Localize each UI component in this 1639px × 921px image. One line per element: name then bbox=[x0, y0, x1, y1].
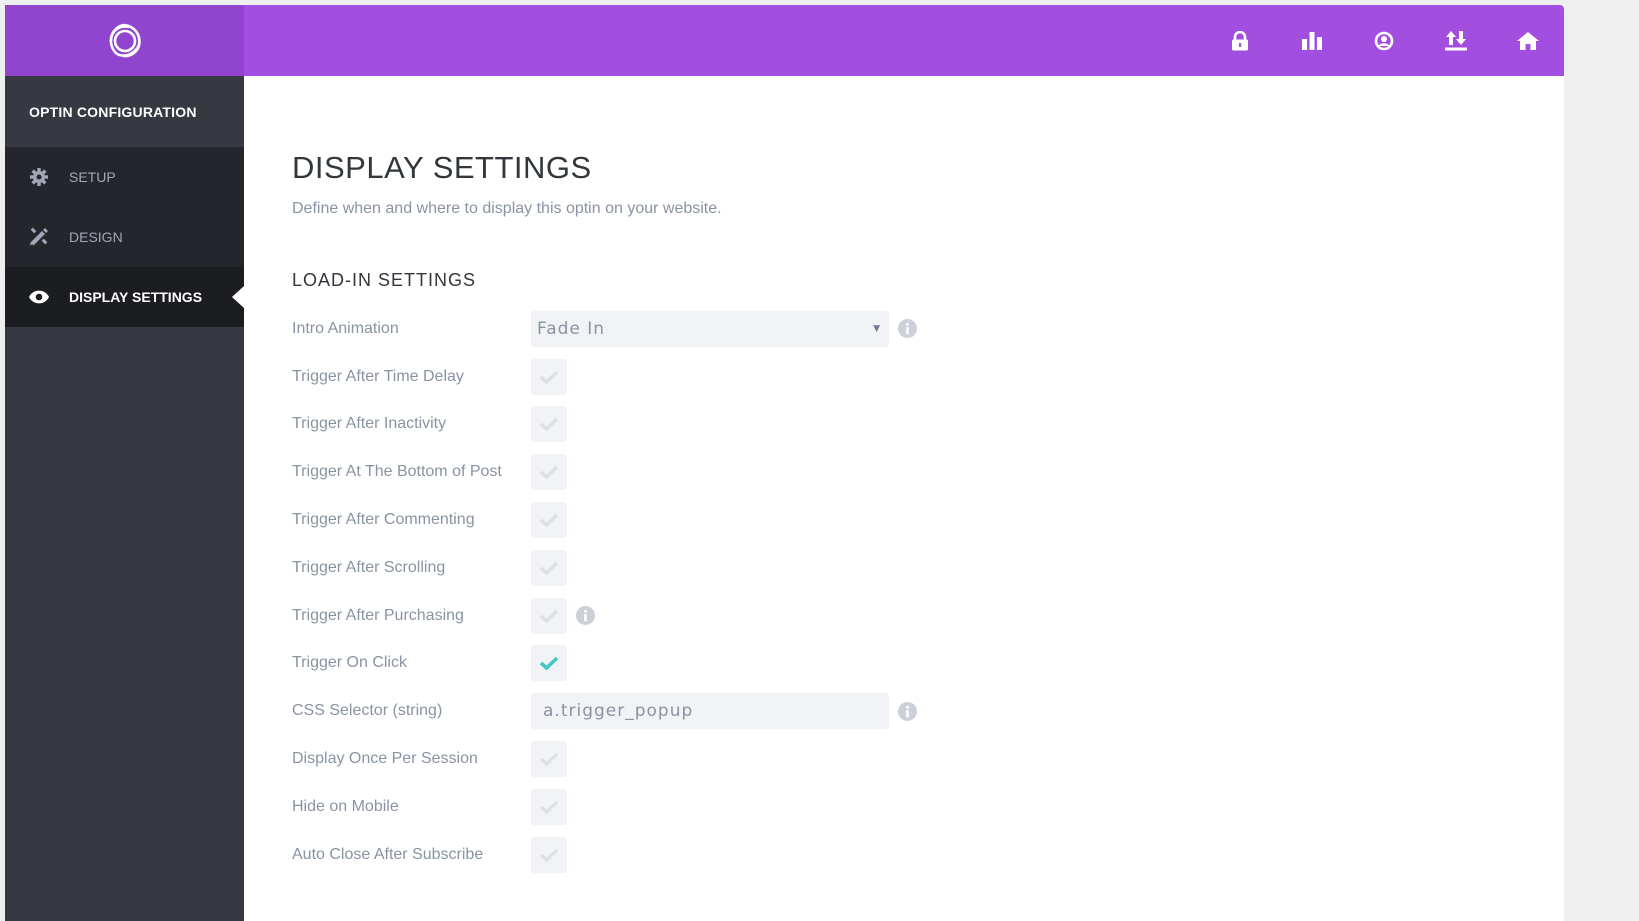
check-icon bbox=[540, 752, 558, 767]
main-content: DISPLAY SETTINGS Define when and where t… bbox=[292, 76, 1564, 879]
setting-label: Trigger After Purchasing bbox=[292, 606, 464, 624]
page-title: DISPLAY SETTINGS bbox=[292, 150, 592, 185]
setting-row-on-click: Trigger On Click bbox=[292, 640, 1564, 688]
check-icon bbox=[540, 418, 558, 432]
setting-label: Display Once Per Session bbox=[292, 750, 478, 768]
sidebar-item-design[interactable]: DESIGN bbox=[5, 207, 244, 267]
design-tools-icon bbox=[29, 227, 49, 247]
setting-label: CSS Selector (string) bbox=[292, 702, 443, 720]
auto-close-checkbox[interactable] bbox=[531, 836, 567, 873]
check-icon bbox=[540, 800, 558, 814]
setting-row-auto-close: Auto Close After Subscribe bbox=[292, 831, 1564, 879]
home-button[interactable] bbox=[1492, 5, 1564, 76]
setting-label: Auto Close After Subscribe bbox=[292, 845, 484, 863]
check-icon bbox=[540, 609, 558, 623]
setting-row-scrolling: Trigger After Scrolling bbox=[292, 544, 1564, 592]
css-selector-input[interactable] bbox=[531, 693, 889, 730]
lock-icon bbox=[1232, 30, 1248, 50]
check-icon bbox=[540, 465, 558, 480]
setting-label: Trigger At The Bottom of Post bbox=[292, 463, 502, 481]
top-bar bbox=[5, 5, 1564, 76]
top-nav-icons bbox=[1204, 5, 1564, 76]
commenting-checkbox[interactable] bbox=[531, 502, 567, 539]
page-description: Define when and where to display this op… bbox=[292, 200, 722, 217]
check-icon bbox=[540, 370, 558, 384]
setting-label: Trigger After Time Delay bbox=[292, 367, 464, 385]
time-delay-checkbox[interactable] bbox=[531, 358, 567, 395]
info-icon[interactable] bbox=[898, 701, 917, 721]
setting-row-purchasing: Trigger After Purchasing bbox=[292, 592, 1564, 640]
section-title: LOAD-IN SETTINGS bbox=[292, 270, 477, 290]
bottom-of-post-checkbox[interactable] bbox=[531, 454, 567, 491]
setting-row-time-delay: Trigger After Time Delay bbox=[292, 353, 1564, 401]
caret-down-icon: ▼ bbox=[873, 323, 881, 334]
once-per-session-checkbox[interactable] bbox=[531, 741, 567, 778]
setting-row-hide-on-mobile: Hide on Mobile bbox=[292, 783, 1564, 831]
intro-animation-select[interactable]: Fade In ▼ bbox=[531, 310, 889, 347]
eye-icon bbox=[29, 287, 49, 307]
bar-chart-icon bbox=[1302, 31, 1322, 50]
setting-label: Intro Animation bbox=[292, 319, 399, 337]
setting-label: Trigger After Commenting bbox=[292, 511, 475, 529]
import-export-icon bbox=[1445, 30, 1467, 50]
settings-form: Intro Animation Fade In ▼ Trigger After … bbox=[292, 305, 1564, 879]
logo[interactable] bbox=[5, 5, 244, 76]
setting-row-intro-animation: Intro Animation Fade In ▼ bbox=[292, 305, 1564, 353]
setting-label: Trigger After Inactivity bbox=[292, 415, 447, 433]
check-icon bbox=[540, 848, 558, 862]
setting-row-bottom-of-post: Trigger At The Bottom of Post bbox=[292, 448, 1564, 496]
gear-icon bbox=[29, 167, 49, 187]
sidebar-item-label: DESIGN bbox=[69, 229, 123, 245]
import-export-button[interactable] bbox=[1420, 5, 1492, 76]
scrolling-checkbox[interactable] bbox=[531, 549, 567, 586]
setting-label: Trigger On Click bbox=[292, 654, 407, 672]
setting-row-css-selector: CSS Selector (string) bbox=[292, 687, 1564, 735]
app-frame: OPTIN CONFIGURATION SETUP DESIGN DISPLAY… bbox=[5, 5, 1564, 921]
lock-button[interactable] bbox=[1204, 5, 1276, 76]
account-button[interactable] bbox=[1348, 5, 1420, 76]
setting-label: Trigger After Scrolling bbox=[292, 558, 446, 576]
sidebar-item-setup[interactable]: SETUP bbox=[5, 147, 244, 207]
check-icon bbox=[540, 657, 558, 671]
setting-row-inactivity: Trigger After Inactivity bbox=[292, 401, 1564, 449]
sidebar-item-label: SETUP bbox=[69, 169, 116, 185]
sidebar: OPTIN CONFIGURATION SETUP DESIGN DISPLAY… bbox=[5, 76, 244, 921]
setting-row-once-per-session: Display Once Per Session bbox=[292, 735, 1564, 783]
account-icon bbox=[1374, 31, 1394, 50]
inactivity-checkbox[interactable] bbox=[531, 406, 567, 443]
info-icon[interactable] bbox=[898, 319, 917, 339]
setting-label: Hide on Mobile bbox=[292, 797, 399, 815]
sidebar-item-label: DISPLAY SETTINGS bbox=[69, 289, 203, 305]
check-icon bbox=[540, 561, 558, 575]
sidebar-item-display-settings[interactable]: DISPLAY SETTINGS bbox=[5, 267, 244, 327]
home-icon bbox=[1517, 31, 1539, 50]
bloom-logo-icon bbox=[109, 23, 141, 57]
hide-on-mobile-checkbox[interactable] bbox=[531, 788, 567, 825]
sidebar-header: OPTIN CONFIGURATION bbox=[29, 103, 197, 120]
info-icon[interactable] bbox=[576, 606, 595, 626]
purchasing-checkbox[interactable] bbox=[531, 597, 567, 634]
select-value: Fade In bbox=[537, 318, 606, 339]
stats-button[interactable] bbox=[1276, 5, 1348, 76]
setting-row-commenting: Trigger After Commenting bbox=[292, 496, 1564, 544]
on-click-checkbox[interactable] bbox=[531, 645, 567, 682]
check-icon bbox=[540, 513, 558, 528]
